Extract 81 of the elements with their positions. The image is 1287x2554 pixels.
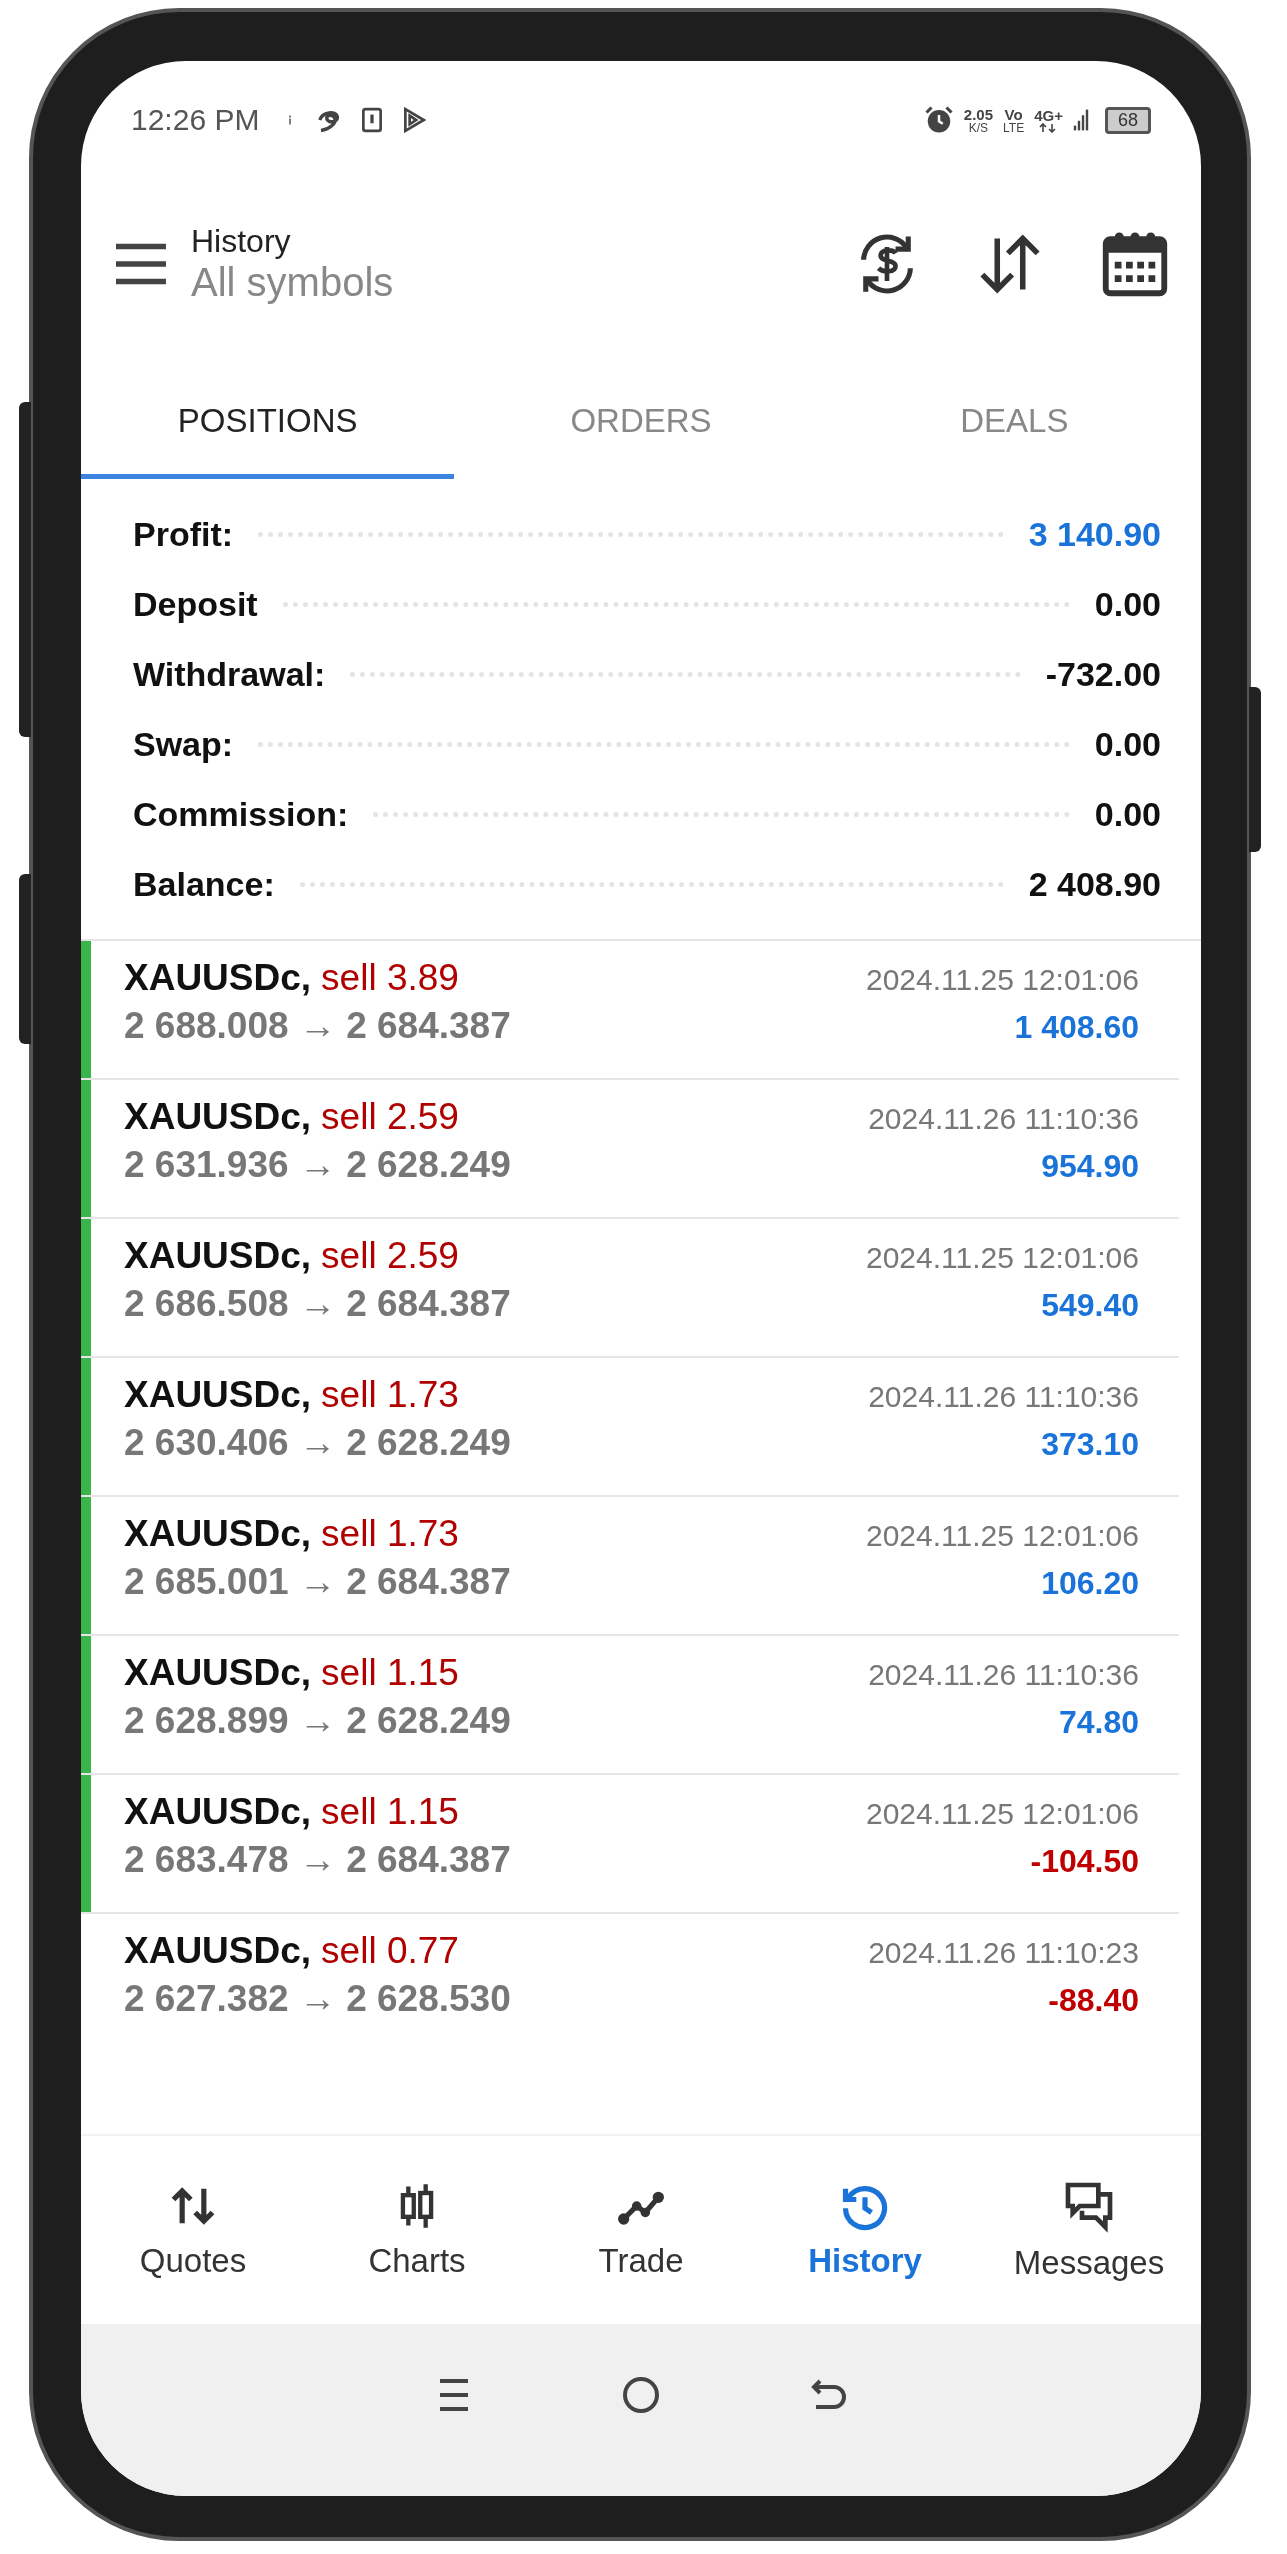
screen-title: History [191,223,292,260]
position-side: sell 0.77 [321,1930,459,1972]
volte-label: Vo [1004,106,1023,122]
alarm-icon [923,105,954,135]
position-symbol: XAUUSDc, [124,1235,312,1277]
position-side: sell 1.73 [321,1374,459,1416]
position-symbol: XAUUSDc, [124,1791,312,1833]
position-row[interactable]: XAUUSDc, sell 2.59 2024.11.25 12:01:06 2 686.508 → 2 684.387 549.40 [81,1219,1179,1358]
position-prices: 2 688.008 → 2 684.387 [124,1005,511,1047]
position-prices: 2 631.936 → 2 628.249 [124,1144,511,1186]
summary-label: Balance: [133,864,275,904]
summary-value: 0.00 [1094,794,1161,834]
lte-label: LTE [1003,121,1025,134]
summary-value: 3 140.90 [1028,514,1161,554]
nav-tab[interactable]: Messages [977,2136,1201,2324]
summary-value: 2 408.90 [1028,864,1161,904]
speed-unit: K/S [968,121,989,134]
summary-value: -732.00 [1045,654,1161,694]
summary-label: Swap: [133,724,234,764]
position-row[interactable]: XAUUSDc, sell 1.15 2024.11.26 11:10:36 2 628.899 → 2 628.249 74.80 [81,1636,1179,1775]
position-side: sell 1.15 [321,1791,459,1833]
nav-tab[interactable]: Trade [529,2136,753,2324]
position-time: 2024.11.25 12:01:06 [865,1797,1139,1831]
battery-indicator: 68 [1104,106,1151,134]
nav-tab[interactable]: Quotes [81,2136,305,2324]
summary-value: 0.00 [1094,724,1161,764]
position-profit: 954.90 [1041,1148,1139,1185]
summary-label: Deposit [133,584,258,624]
nav-tab[interactable]: History [753,2136,977,2324]
tab[interactable]: ORDERS [454,349,828,479]
position-time: 2024.11.25 12:01:06 [865,1241,1139,1275]
position-symbol: XAUUSDc, [124,1096,312,1138]
tab[interactable]: POSITIONS [81,349,455,479]
sim-icon [361,107,384,133]
position-prices: 2 630.406 → 2 628.249 [124,1422,511,1464]
position-profit: -88.40 [1048,1982,1139,2019]
network-speed: 2.05 [963,106,994,122]
symbol-filter[interactable]: All symbols [191,260,833,305]
position-symbol: XAUUSDc, [124,1652,312,1694]
position-symbol: XAUUSDc, [124,1513,312,1555]
position-row[interactable]: XAUUSDc, sell 3.89 2024.11.25 12:01:06 2 688.008 → 2 684.387 1 408.60 [81,941,1179,1080]
position-profit: 74.80 [1058,1704,1139,1741]
position-time: 2024.11.26 11:10:36 [868,1380,1139,1414]
position-row[interactable]: XAUUSDc, sell 1.73 2024.11.26 11:10:36 2 630.406 → 2 628.249 373.10 [81,1358,1179,1497]
position-time: 2024.11.26 11:10:23 [868,1936,1139,1970]
position-row[interactable]: XAUUSDc, sell 2.59 2024.11.26 11:10:36 2 631.936 → 2 628.249 954.90 [81,1080,1179,1219]
position-profit: 106.20 [1041,1565,1139,1602]
position-time: 2024.11.25 12:01:06 [865,963,1139,997]
summary-label: Profit: [133,514,234,554]
position-profit: 1 408.60 [1014,1009,1139,1046]
position-row[interactable]: XAUUSDc, sell 1.15 2024.11.25 12:01:06 2 683.478 → 2 684.387 -104.50 [81,1775,1179,1914]
position-prices: 2 683.478 → 2 684.387 [124,1839,511,1881]
position-side: sell 1.73 [321,1513,459,1555]
position-profit: 373.10 [1041,1426,1139,1463]
data-arrows-icon [1038,122,1059,133]
position-profit: 549.40 [1041,1287,1139,1324]
position-profit: -104.50 [1030,1843,1139,1880]
play-icon [401,107,428,133]
position-symbol: XAUUSDc, [124,957,312,999]
position-time: 2024.11.26 11:10:36 [868,1658,1139,1692]
summary-label: Withdrawal: [133,654,326,694]
position-row[interactable]: XAUUSDc, sell 0.77 2024.11.26 11:10:23 2 627.382 → 2 628.530 -88.40 [81,1914,1179,2051]
position-side: sell 2.59 [321,1096,459,1138]
position-symbol: XAUUSDc, [124,1374,312,1416]
position-symbol: XAUUSDc, [124,1930,312,1972]
network-type: 4G+ [1034,107,1063,123]
summary-label: Commission: [133,794,349,834]
tab[interactable]: DEALS [827,349,1201,479]
position-side: sell 2.59 [321,1235,459,1277]
position-side: sell 3.89 [321,957,459,999]
status-time: 12:26 PM [131,103,260,137]
position-row[interactable]: XAUUSDc, sell 1.73 2024.11.25 12:01:06 2 685.001 → 2 684.387 106.20 [81,1497,1179,1636]
position-prices: 2 685.001 → 2 684.387 [124,1561,511,1603]
position-prices: 2 686.508 → 2 684.387 [124,1283,511,1325]
position-time: 2024.11.26 11:10:36 [868,1102,1139,1136]
position-time: 2024.11.25 12:01:06 [865,1519,1139,1553]
nav-tab[interactable]: Charts [305,2136,529,2324]
position-side: sell 1.15 [321,1652,459,1694]
position-prices: 2 628.899 → 2 628.249 [124,1700,511,1742]
position-prices: 2 627.382 → 2 628.530 [124,1978,511,2020]
summary-value: 0.00 [1094,584,1161,624]
